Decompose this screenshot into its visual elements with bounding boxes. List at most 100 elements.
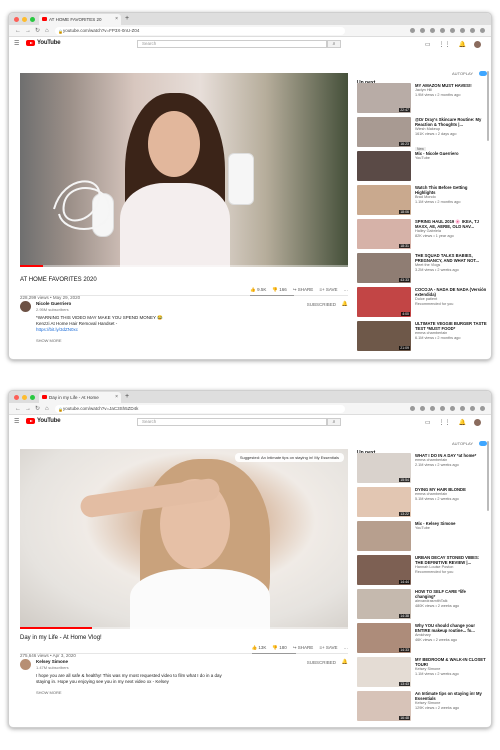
video-thumbnail[interactable]: 16:23 <box>357 117 411 147</box>
up-next-item[interactable]: 14:44 URBAN DECAY STONED VIBES: THE DEFIN… <box>357 555 487 589</box>
extension-icon[interactable] <box>480 28 485 33</box>
more-actions-button[interactable]: … <box>344 644 349 652</box>
video-thumbnail[interactable]: 21:09 <box>357 321 411 351</box>
new-tab-icon[interactable]: + <box>125 391 129 403</box>
up-next-item[interactable]: 14:33 Why YOU should change your ENTIRE m… <box>357 623 487 657</box>
extension-icon[interactable] <box>420 28 425 33</box>
item-title[interactable]: MY BEDROOM & WALK-IN CLOSET TOUR! <box>415 657 487 667</box>
apps-grid-icon[interactable]: ⋮⋮ <box>439 42 451 48</box>
notifications-bell-icon[interactable]: 🔔 <box>459 42 466 48</box>
create-video-icon[interactable]: ▭ <box>425 420 431 426</box>
extension-icon[interactable] <box>470 406 475 411</box>
like-button[interactable]: 👍 9.5K <box>250 286 266 294</box>
browser-tab[interactable]: AT HOME FAVORITES 20 × <box>39 14 121 25</box>
video-progress-bar[interactable] <box>20 265 348 267</box>
item-title[interactable]: ULTIMATE VEGGIE BURGER TASTE TEST *MUST … <box>415 321 487 331</box>
minimize-window-button[interactable] <box>22 17 27 22</box>
channel-bell-icon[interactable]: 🔔 <box>342 301 348 307</box>
video-thumbnail[interactable]: 13:22 <box>357 487 411 517</box>
back-icon[interactable]: ← <box>15 404 21 414</box>
search-button[interactable]: ⌕ <box>327 418 341 426</box>
item-title[interactable]: URBAN DECAY STONED VIBES: THE DEFINITIVE… <box>415 555 487 565</box>
share-button[interactable]: ↪ SHARE <box>293 286 314 294</box>
search-input[interactable]: Search <box>137 40 327 48</box>
item-title[interactable]: An Intimate tips on staying in! My Essen… <box>415 691 487 701</box>
dislike-button[interactable]: 👎 166 <box>272 286 286 294</box>
maximize-window-button[interactable] <box>30 395 35 400</box>
apps-grid-icon[interactable]: ⋮⋮ <box>439 420 451 426</box>
extension-icon[interactable] <box>460 406 465 411</box>
forward-icon[interactable]: → <box>25 26 31 36</box>
item-title[interactable]: SPRING HAUL 2019 🌸 IKEA, TJ MAXX, AE, AE… <box>415 219 487 229</box>
account-avatar[interactable] <box>474 419 481 426</box>
save-button[interactable]: ≡+ SAVE <box>319 644 337 652</box>
video-player[interactable] <box>20 73 348 267</box>
save-button[interactable]: ≡+ SAVE <box>319 286 337 294</box>
item-channel[interactable]: YouTube <box>415 526 487 531</box>
search-input[interactable]: Search <box>137 418 327 426</box>
item-title[interactable]: THE SQUAD TALKS BABIES, PREGNANCY, AND W… <box>415 253 487 263</box>
video-thumbnail[interactable]: 16:48 <box>357 691 411 721</box>
extension-icon[interactable] <box>410 406 415 411</box>
create-video-icon[interactable]: ▭ <box>425 42 431 48</box>
item-channel[interactable]: YouTube <box>415 156 487 161</box>
description-link[interactable]: https://bit.ly/3dZN0xc <box>36 327 236 333</box>
up-next-item[interactable]: 4:00 COCOJA - NADA DE NADA (Versión exten… <box>357 287 487 321</box>
channel-avatar[interactable] <box>20 659 31 670</box>
new-tab-icon[interactable]: + <box>125 13 129 25</box>
video-thumbnail[interactable]: 22:47 <box>357 83 411 113</box>
suggested-video-card[interactable]: Suggested: An Intimate tips on staying i… <box>234 453 344 462</box>
scrollbar[interactable] <box>487 71 489 141</box>
up-next-item[interactable]: 18:31 SPRING HAUL 2019 🌸 IKEA, TJ MAXX, A… <box>357 219 487 253</box>
up-next-item[interactable]: 14:38 HOW TO SELF CARE *life changing* ale… <box>357 589 487 623</box>
video-thumbnail[interactable]: 14:38 <box>357 589 411 619</box>
channel-name[interactable]: Nicole Guerriero <box>36 301 71 306</box>
close-tab-icon[interactable]: × <box>115 14 118 25</box>
notifications-bell-icon[interactable]: 🔔 <box>459 420 466 426</box>
search-button[interactable]: ⌕ <box>327 40 341 48</box>
autoplay-toggle[interactable] <box>479 441 487 446</box>
address-input[interactable]: 🔒 youtube.com/watch?v=FP3X-0nU-Z04 <box>55 27 345 35</box>
up-next-item[interactable]: 15:54 WHAT I DO IN A DAY *at home* emma ch… <box>357 453 487 487</box>
video-thumbnail[interactable] <box>357 151 411 181</box>
video-progress-bar[interactable] <box>20 627 348 629</box>
scrollbar[interactable] <box>487 441 489 511</box>
up-next-item[interactable]: Mix - Nicole Guerriero YouTube <box>357 151 487 185</box>
youtube-logo[interactable]: YouTube <box>26 40 61 46</box>
channel-name[interactable]: Kelsey Simone <box>36 659 68 664</box>
show-more-button[interactable]: SHOW MORE <box>36 690 348 695</box>
item-title[interactable]: Why YOU should change your ENTIRE makeup… <box>415 623 487 633</box>
channel-bell-icon[interactable]: 🔔 <box>342 659 348 665</box>
home-icon[interactable]: ⌂ <box>45 26 49 36</box>
extension-icon[interactable] <box>430 28 435 33</box>
item-title[interactable]: HOW TO SELF CARE *life changing* <box>415 589 487 599</box>
video-player[interactable]: Suggested: An Intimate tips on staying i… <box>20 449 348 629</box>
up-next-item[interactable]: 18:06 Watch This Before Getting Highlight… <box>357 185 487 219</box>
extension-icon[interactable] <box>440 28 445 33</box>
up-next-item[interactable]: 16:48 An Intimate tips on staying in! My … <box>357 691 487 725</box>
video-thumbnail[interactable]: 13:43 <box>357 657 411 687</box>
channel-avatar[interactable] <box>20 301 31 312</box>
account-avatar[interactable] <box>474 41 481 48</box>
up-next-item[interactable]: 43:33 THE SQUAD TALKS BABIES, PREGNANCY, … <box>357 253 487 287</box>
extension-icon[interactable] <box>470 28 475 33</box>
video-thumbnail[interactable]: 4:00 <box>357 287 411 317</box>
up-next-item[interactable]: 13:22 DYING MY HAIR BLONDE emma chamberlai… <box>357 487 487 521</box>
up-next-item[interactable]: 21:09 ULTIMATE VEGGIE BURGER TASTE TEST *… <box>357 321 487 355</box>
extension-icon[interactable] <box>440 406 445 411</box>
menu-icon[interactable]: ☰ <box>14 419 19 425</box>
autoplay-toggle[interactable] <box>479 71 487 76</box>
video-thumbnail[interactable]: 18:31 <box>357 219 411 249</box>
menu-icon[interactable]: ☰ <box>14 41 19 47</box>
extension-icon[interactable] <box>420 406 425 411</box>
forward-icon[interactable]: → <box>25 404 31 414</box>
item-title[interactable]: @Dr Dray's Skincare Routine: My Reaction… <box>415 117 487 127</box>
show-more-button[interactable]: SHOW MORE <box>36 338 348 343</box>
close-window-button[interactable] <box>14 17 19 22</box>
address-input[interactable]: 🔒 youtube.com/watch?v=JaC3Sh5ZD4k <box>55 405 345 413</box>
video-thumbnail[interactable] <box>357 521 411 551</box>
up-next-item[interactable]: 22:47 MY AMAZON MUST HAVES!! Jaclyn Hill 1.… <box>357 83 487 117</box>
youtube-logo[interactable]: YouTube <box>26 418 61 424</box>
video-thumbnail[interactable]: 15:54 <box>357 453 411 483</box>
more-actions-button[interactable]: … <box>344 286 349 294</box>
